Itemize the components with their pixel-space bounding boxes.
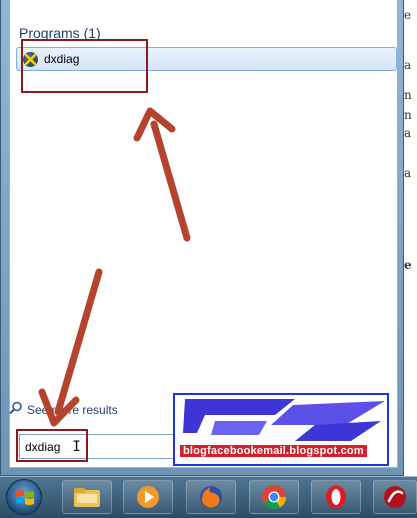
annotation-box-search	[16, 429, 88, 462]
watermark: blogfacebookemail.blogspot.com	[173, 393, 389, 466]
watermark-url: blogfacebookemail.blogspot.com	[180, 445, 367, 457]
taskbar-windows-explorer[interactable]	[62, 480, 112, 514]
opera-icon	[326, 485, 346, 509]
taskbar-media-player[interactable]	[123, 480, 173, 514]
firefox-icon	[200, 486, 222, 508]
windows-orb-icon	[16, 490, 34, 505]
chrome-icon	[262, 485, 286, 510]
see-more-results-label: See more results	[27, 402, 118, 417]
taskbar-firefox[interactable]	[186, 480, 236, 514]
taskbar-opera[interactable]	[311, 480, 361, 514]
media-player-icon	[137, 486, 159, 508]
folder-icon	[74, 488, 100, 507]
red-app-icon	[384, 486, 406, 508]
see-more-results-link[interactable]: See more results	[9, 401, 118, 418]
start-button[interactable]	[6, 479, 42, 515]
taskbar-app[interactable]	[373, 480, 417, 514]
annotation-box-program	[21, 39, 148, 93]
taskbar-chrome[interactable]	[249, 480, 299, 514]
search-icon	[9, 401, 23, 418]
